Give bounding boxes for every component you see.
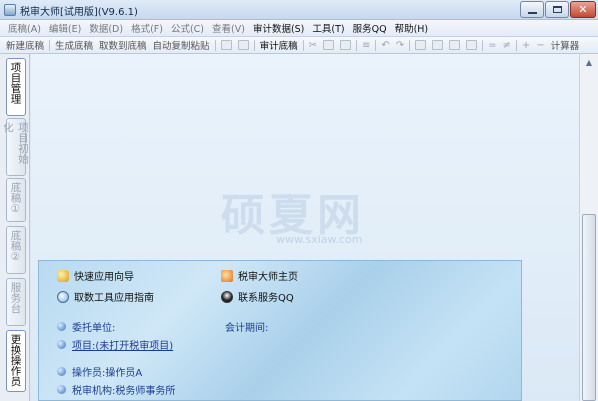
close-icon: ✕: [578, 3, 588, 16]
toolbar-separator: [409, 39, 411, 51]
menu-formula[interactable]: 公式(C): [167, 21, 208, 35]
client-row: 委托单位:: [57, 319, 115, 334]
insert-col-icon[interactable]: [449, 40, 461, 50]
tab-draft-2[interactable]: 底稿②: [6, 226, 26, 274]
bullet-icon: [57, 322, 66, 331]
toolbar-separator: [253, 39, 255, 51]
close-button[interactable]: ✕: [570, 1, 596, 18]
redo-icon[interactable]: ↷: [396, 40, 404, 51]
wizard-icon: [57, 269, 69, 282]
period-row: 会计期间:: [225, 323, 269, 334]
operator-value: 操作员A: [105, 368, 143, 379]
menu-data[interactable]: 数据(D): [85, 21, 127, 35]
menu-audit-data[interactable]: 审计数据(S): [249, 21, 308, 35]
auto-copy-paste-button[interactable]: 自动复制粘贴: [150, 38, 213, 52]
app-icon: [4, 4, 16, 16]
new-draft-button[interactable]: 新建底稿: [3, 38, 47, 52]
preview-icon[interactable]: [237, 40, 249, 50]
print-icon[interactable]: [220, 40, 232, 50]
align-icon[interactable]: ≡: [362, 40, 370, 51]
toolbar-separator: [482, 39, 484, 51]
toolbar: 新建底稿 生成底稿 取数到底稿 自动复制粘贴 审计底稿 ✂ ≡ ↶ ↷ = ≠ …: [0, 37, 598, 54]
bullet-icon: [57, 385, 66, 394]
home-icon: [221, 269, 233, 282]
contact-qq-link[interactable]: 联系服务QQ: [221, 289, 294, 304]
window-title: 税审大师[试用版](V9.6.1): [20, 7, 138, 18]
menu-help[interactable]: 帮助(H): [391, 21, 433, 35]
bullet-icon: [57, 340, 66, 349]
toolbar-separator: [214, 39, 216, 51]
project-row: 项目: (未打开税审项目): [57, 337, 173, 352]
fetch-to-draft-button[interactable]: 取数到底稿: [96, 38, 150, 52]
qq-icon: [221, 290, 233, 303]
toolbar-separator: [355, 39, 357, 51]
tab-project-management[interactable]: 项目管理: [6, 58, 26, 116]
delete-icon[interactable]: [466, 40, 478, 50]
bullet-icon: [57, 367, 66, 376]
frame-icon[interactable]: [415, 40, 427, 50]
tab-draft-1[interactable]: 底稿①: [6, 178, 26, 222]
not-equal-icon[interactable]: ≠: [503, 40, 511, 51]
minus-icon[interactable]: −: [536, 40, 544, 51]
maximize-button[interactable]: [545, 1, 569, 18]
toolbar-separator: [375, 39, 377, 51]
plus-icon[interactable]: +: [522, 40, 530, 51]
maximize-icon: [552, 6, 562, 13]
paste-icon[interactable]: [339, 40, 351, 50]
toolbar-separator: [49, 39, 51, 51]
menu-service-qq[interactable]: 服务QQ: [349, 21, 391, 35]
equals-icon[interactable]: =: [488, 40, 496, 51]
homepage-link[interactable]: 税审大师主页: [221, 268, 298, 283]
title-bar: 税审大师[试用版](V9.6.1) ✕: [0, 0, 598, 20]
cut-icon[interactable]: ✂: [309, 40, 317, 51]
project-label[interactable]: 项目:: [72, 337, 95, 352]
menu-view[interactable]: 查看(V): [208, 21, 249, 35]
menu-bar: 底稿(A) 编辑(E) 数据(D) 格式(F) 公式(C) 查看(V) 审计数据…: [0, 20, 598, 37]
menu-format[interactable]: 格式(F): [127, 21, 167, 35]
menu-draft[interactable]: 底稿(A): [4, 21, 45, 35]
minimize-icon: [527, 11, 537, 14]
generate-draft-button[interactable]: 生成底稿: [52, 38, 96, 52]
menu-tools[interactable]: 工具(T): [308, 21, 348, 35]
start-panel: 快速应用向导 税审大师主页 取数工具应用指南 联系服务QQ 委托单位: 会计期间…: [38, 260, 522, 401]
operator-row: 操作员: 操作员A: [57, 364, 142, 379]
tab-project-init[interactable]: 项目初始化: [2, 118, 29, 176]
org-row: 税审机构: 税务师事务所: [57, 382, 175, 397]
toolbar-separator: [302, 39, 304, 51]
minimize-button[interactable]: [520, 1, 544, 18]
vertical-scrollbar[interactable]: ▲: [579, 54, 598, 401]
audit-draft-button[interactable]: 审计底稿: [257, 38, 301, 52]
org-value: 税务师事务所: [115, 386, 176, 397]
tab-change-operator[interactable]: 更换操作员: [6, 330, 26, 392]
left-tab-strip: 项目管理 项目初始化 底稿① 底稿② 服务台 更换操作员: [0, 54, 30, 401]
scrollbar-thumb[interactable]: [582, 214, 596, 401]
watermark-url: www.sxiaw.com: [276, 233, 363, 246]
insert-row-icon[interactable]: [432, 40, 444, 50]
scroll-up-icon[interactable]: ▲: [580, 54, 598, 70]
calculator-button[interactable]: 计算器: [548, 38, 583, 52]
copy-icon[interactable]: [322, 40, 334, 50]
project-open-link[interactable]: (未打开税审项目): [95, 337, 173, 352]
quick-wizard-link[interactable]: 快速应用向导: [57, 268, 134, 283]
menu-edit[interactable]: 编辑(E): [45, 21, 85, 35]
tab-service-desk[interactable]: 服务台: [6, 278, 26, 326]
search-icon: [57, 290, 69, 303]
undo-icon[interactable]: ↶: [381, 40, 389, 51]
toolbar-separator: [515, 39, 517, 51]
fetch-tool-guide-link[interactable]: 取数工具应用指南: [57, 289, 154, 304]
